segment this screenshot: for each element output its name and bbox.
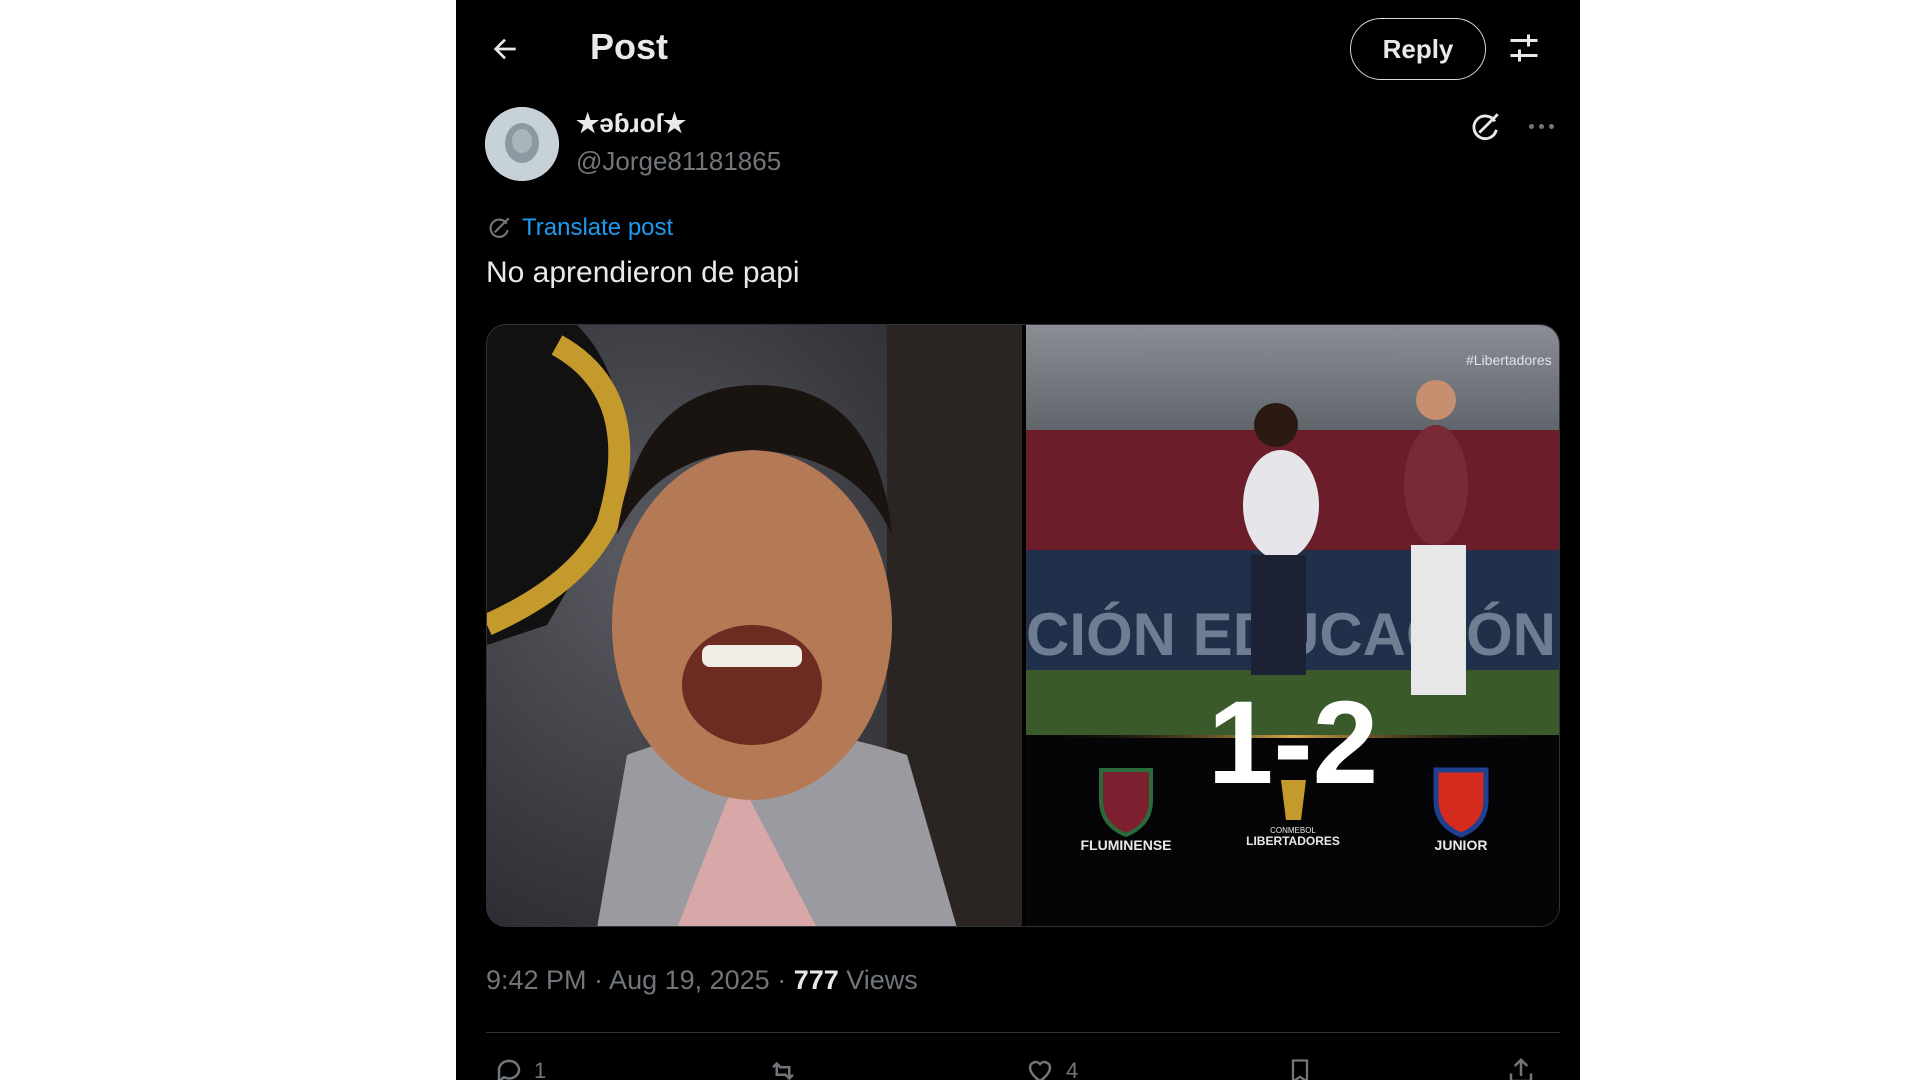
like-count: 4 — [1066, 1058, 1079, 1080]
share-icon — [1509, 1057, 1533, 1080]
competition-name: LIBERTADORES — [1246, 834, 1340, 848]
post-timestamp[interactable]: 9:42 PM · Aug 19, 2025 · 777 Views — [486, 965, 918, 996]
reply-action[interactable]: 1 — [494, 1056, 546, 1080]
repost-icon — [772, 1061, 794, 1080]
match-result-image[interactable]: CIÓN EDUCACIÓN #Libertadores 1-2 FLUMINE… — [1026, 325, 1559, 926]
sliders-icon[interactable] — [1506, 30, 1542, 66]
divider — [486, 1032, 1560, 1033]
like-action[interactable]: 4 — [1024, 1056, 1078, 1080]
translate-icon — [489, 217, 510, 238]
repost-action[interactable] — [766, 1056, 810, 1080]
translate-post-link[interactable]: Translate post — [522, 214, 673, 242]
page-title: Post — [590, 26, 669, 67]
time-date[interactable]: 9:42 PM · Aug 19, 2025 · — [486, 965, 794, 995]
post-page: Post Reply ★ǝɓɹoſ★ @Jorge81181865 Transl… — [456, 0, 1580, 1080]
post-media[interactable]: CIÓN EDUCACIÓN #Libertadores 1-2 FLUMINE… — [486, 324, 1560, 927]
reply-button[interactable]: Reply — [1350, 18, 1486, 80]
bookmark-icon — [1291, 1059, 1309, 1080]
heart-icon — [1028, 1060, 1052, 1080]
libertadores-watermark: #Libertadores — [1466, 352, 1552, 368]
back-arrow-icon[interactable] — [488, 32, 522, 66]
away-team-name: JUNIOR — [1435, 837, 1488, 853]
bookmark-action[interactable] — [1286, 1056, 1314, 1080]
views-label: Views — [838, 965, 918, 995]
reply-icon — [497, 1059, 521, 1080]
avatar[interactable] — [485, 107, 559, 181]
views-count: 777 — [793, 965, 839, 995]
action-bar: 1 4 — [486, 1056, 1560, 1080]
more-icon[interactable] — [1524, 112, 1558, 140]
post-text: No aprendieron de papi — [486, 256, 800, 289]
author-name[interactable]: ★ǝɓɹoſ★ — [576, 108, 686, 139]
share-action[interactable] — [1506, 1056, 1536, 1080]
grok-icon[interactable] — [1468, 110, 1502, 144]
home-team-name: FLUMINENSE — [1081, 837, 1172, 853]
translate-post[interactable]: Translate post — [486, 214, 673, 242]
reply-count: 1 — [534, 1058, 547, 1080]
laughing-man-image[interactable] — [487, 325, 1022, 926]
author-handle[interactable]: @Jorge81181865 — [576, 146, 781, 177]
